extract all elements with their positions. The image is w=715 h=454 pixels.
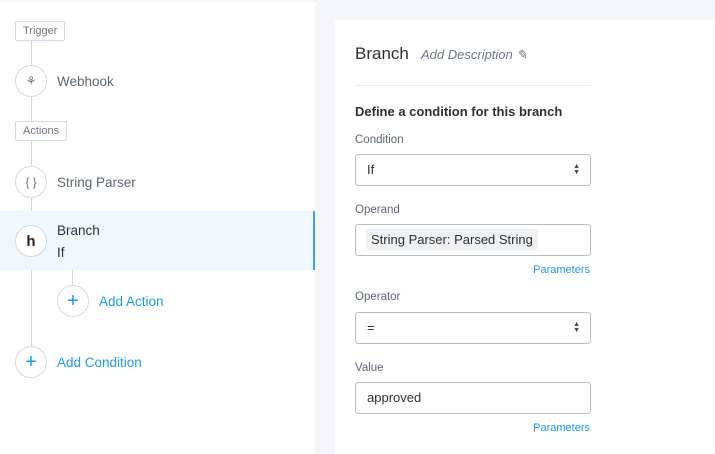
braces-icon[interactable]: { } [15, 166, 47, 198]
pencil-icon[interactable]: ✎ [516, 47, 527, 62]
add-condition-button[interactable]: Add Condition [57, 355, 142, 370]
step-string-parser[interactable]: String Parser [57, 175, 136, 190]
divider [355, 85, 591, 86]
condition-label: Condition [355, 134, 404, 146]
step-branch-selected[interactable] [0, 211, 315, 270]
condition-value: If [367, 162, 375, 177]
panel-title: Branch [355, 44, 409, 63]
select-arrows-icon: ▲ ▼ [573, 321, 580, 334]
plus-icon[interactable]: + [15, 346, 47, 378]
value-label: Value [355, 362, 384, 374]
operand-label: Operand [355, 204, 400, 216]
add-description-text[interactable]: Add Description [421, 47, 513, 62]
trigger-tag: Trigger [15, 21, 66, 41]
value-parameters-link[interactable]: Parameters [533, 422, 590, 434]
add-action-button[interactable]: Add Action [99, 294, 164, 309]
webhook-icon[interactable]: ⚘ [15, 65, 47, 97]
step-branch[interactable]: Branch [57, 223, 100, 238]
operator-label: Operator [355, 291, 401, 303]
section-title: Define a condition for this branch [355, 104, 563, 119]
actions-tag: Actions [15, 121, 68, 141]
plus-icon[interactable]: + [57, 285, 89, 317]
value-input[interactable]: approved [355, 382, 591, 414]
operand-parameters-link[interactable]: Parameters [533, 264, 590, 276]
workflow-sidebar: Trigger ⚘ Webhook Actions { } String Par… [0, 2, 315, 454]
operator-select[interactable]: = ▲ ▼ [355, 312, 591, 344]
operand-chip[interactable]: String Parser: Parsed String [366, 229, 538, 250]
branch-icon[interactable]: h [15, 225, 47, 257]
branch-panel: Branch Add Description ✎ Define a condit… [335, 20, 715, 454]
step-branch-condition: If [57, 245, 65, 260]
operator-value: = [367, 320, 375, 335]
condition-select[interactable]: If ▲ ▼ [355, 154, 591, 186]
operand-input[interactable]: String Parser: Parsed String [355, 224, 591, 256]
add-description-link[interactable]: Add Description ✎ [421, 47, 527, 63]
select-arrows-icon: ▲ ▼ [573, 163, 580, 176]
step-webhook[interactable]: Webhook [57, 74, 114, 89]
